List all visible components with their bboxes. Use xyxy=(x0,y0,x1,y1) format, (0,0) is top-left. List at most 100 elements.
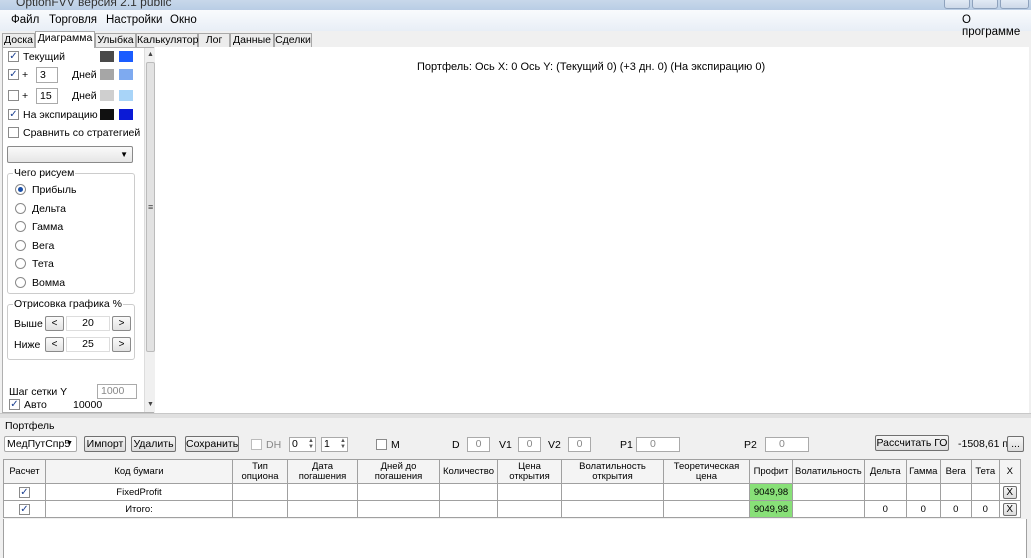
row-volatility[interactable] xyxy=(792,500,865,518)
col-expiry-date[interactable]: Дата погашения xyxy=(287,459,358,484)
m-checkbox[interactable] xyxy=(376,439,387,450)
auto-checkbox[interactable]: ✓ xyxy=(9,399,20,410)
col-delta[interactable]: Дельта xyxy=(863,459,907,484)
menu-settings[interactable]: Настройки xyxy=(106,14,162,26)
row-option-type[interactable] xyxy=(232,483,288,501)
col-vega[interactable]: Вега xyxy=(939,459,972,484)
row-expiry-date[interactable] xyxy=(287,483,358,501)
row-theta[interactable] xyxy=(970,483,1000,501)
tab-board[interactable]: Доска xyxy=(2,33,35,48)
radio-theta[interactable] xyxy=(15,258,26,269)
radio-delta[interactable] xyxy=(15,203,26,214)
d-input[interactable]: 0 xyxy=(467,437,490,452)
col-open-volatility[interactable]: Волатильность открытия xyxy=(561,459,664,484)
scroll-up-icon[interactable]: ▲ xyxy=(147,51,154,58)
v2-input[interactable]: 0 xyxy=(568,437,591,452)
dh-checkbox[interactable] xyxy=(251,439,262,450)
menu-file[interactable]: Файл xyxy=(11,14,39,26)
row-option-type[interactable] xyxy=(232,500,288,518)
current-color-blue[interactable] xyxy=(119,51,133,62)
col-option-type[interactable]: Тип опциона xyxy=(232,459,288,484)
row-delta[interactable]: 0 xyxy=(863,500,907,518)
current-color-dark[interactable] xyxy=(100,51,114,62)
row-code[interactable]: FixedProfit xyxy=(45,483,233,501)
row-calc-checkbox[interactable]: ✓ xyxy=(19,486,30,498)
row-code[interactable]: Итого: xyxy=(45,500,233,518)
menu-trading[interactable]: Торговля xyxy=(49,14,97,26)
row-gamma[interactable]: 0 xyxy=(905,500,941,518)
spin-arrows-icon[interactable]: ▲ ▼ xyxy=(308,438,314,450)
menu-window[interactable]: Окно xyxy=(170,14,197,26)
below-decrease-button[interactable]: < xyxy=(45,337,64,352)
below-increase-button[interactable]: > xyxy=(112,337,131,352)
more-button[interactable]: ... xyxy=(1007,436,1024,452)
scroll-down-icon[interactable]: ▼ xyxy=(147,401,154,408)
portfolio-select[interactable]: МедПутСпр5 ▼ xyxy=(4,436,77,452)
calculate-go-button[interactable]: Рассчитать ГО xyxy=(875,435,949,451)
tab-calculator[interactable]: Калькулятор xyxy=(136,33,198,48)
expiry-color-dark[interactable] xyxy=(100,109,114,120)
chart-area[interactable]: Портфель: Ось X: 0 Ось Y: (Текущий 0) (+… xyxy=(155,47,1029,413)
tab-deals[interactable]: Сделки xyxy=(274,33,312,48)
dh-spinner-2[interactable]: 1 ▲ ▼ xyxy=(321,437,348,452)
days2-color-blue[interactable] xyxy=(119,90,133,101)
row-theoretical-price[interactable] xyxy=(663,500,750,518)
expiry-checkbox[interactable]: ✓ xyxy=(8,109,19,120)
col-theoretical-price[interactable]: Теоретическая цена xyxy=(663,459,750,484)
expiry-color-blue[interactable] xyxy=(119,109,133,120)
left-panel-scrollbar[interactable]: ▲ ≡ ▼ xyxy=(144,48,155,412)
plus-days1-checkbox[interactable]: ✓ xyxy=(8,69,19,80)
col-quantity[interactable]: Количество xyxy=(439,459,498,484)
row-open-volatility[interactable] xyxy=(561,500,664,518)
delete-row-button[interactable]: X xyxy=(1002,485,1017,499)
col-volatility[interactable]: Волатильность xyxy=(792,459,865,484)
row-theta[interactable]: 0 xyxy=(970,500,1000,518)
p1-input[interactable]: 0 xyxy=(636,437,680,452)
tab-smile[interactable]: Улыбка xyxy=(95,33,136,48)
days2-input[interactable]: 15 xyxy=(36,88,58,104)
days1-input[interactable]: 3 xyxy=(36,67,58,83)
maximize-button[interactable] xyxy=(972,0,998,9)
minimize-button[interactable] xyxy=(944,0,970,9)
close-window-button[interactable] xyxy=(1000,0,1029,9)
row-vega[interactable]: 0 xyxy=(939,500,972,518)
col-open-price[interactable]: Цена открытия xyxy=(497,459,562,484)
row-delta[interactable] xyxy=(863,483,907,501)
col-calc[interactable]: Расчет xyxy=(3,459,46,484)
row-vega[interactable] xyxy=(939,483,972,501)
plus-days2-checkbox[interactable] xyxy=(8,90,19,101)
radio-vega[interactable] xyxy=(15,240,26,251)
col-days-to-expiry[interactable]: Дней до погашения xyxy=(357,459,440,484)
days1-color-gray[interactable] xyxy=(100,69,114,80)
col-profit[interactable]: Профит xyxy=(749,459,793,484)
compare-checkbox[interactable] xyxy=(8,127,19,138)
row-days-to-expiry[interactable] xyxy=(357,483,440,501)
delete-button[interactable]: Удалить xyxy=(131,436,176,452)
import-button[interactable]: Импорт xyxy=(84,436,126,452)
row-theoretical-price[interactable] xyxy=(663,483,750,501)
row-days-to-expiry[interactable] xyxy=(357,500,440,518)
save-button[interactable]: Сохранить xyxy=(185,436,239,452)
delete-row-button[interactable]: X xyxy=(1002,502,1017,516)
row-open-volatility[interactable] xyxy=(561,483,664,501)
row-profit[interactable]: 9049,98 xyxy=(749,500,793,518)
radio-profit[interactable] xyxy=(15,184,26,195)
tab-log[interactable]: Лог xyxy=(198,33,230,48)
col-theta[interactable]: Тета xyxy=(970,459,1000,484)
v1-input[interactable]: 0 xyxy=(518,437,541,452)
row-quantity[interactable] xyxy=(439,483,498,501)
col-x[interactable]: X xyxy=(998,459,1021,484)
days1-color-blue[interactable] xyxy=(119,69,133,80)
tab-diagram[interactable]: Диаграмма xyxy=(35,31,95,48)
row-open-price[interactable] xyxy=(497,500,562,518)
p2-input[interactable]: 0 xyxy=(765,437,809,452)
current-checkbox[interactable]: ✓ xyxy=(8,51,19,62)
row-volatility[interactable] xyxy=(792,483,865,501)
row-profit[interactable]: 9049,98 xyxy=(749,483,793,501)
radio-gamma[interactable] xyxy=(15,221,26,232)
grid-step-input[interactable]: 1000 xyxy=(97,384,137,399)
above-increase-button[interactable]: > xyxy=(112,316,131,331)
row-open-price[interactable] xyxy=(497,483,562,501)
days2-color-gray[interactable] xyxy=(100,90,114,101)
row-calc-checkbox[interactable]: ✓ xyxy=(19,503,30,515)
